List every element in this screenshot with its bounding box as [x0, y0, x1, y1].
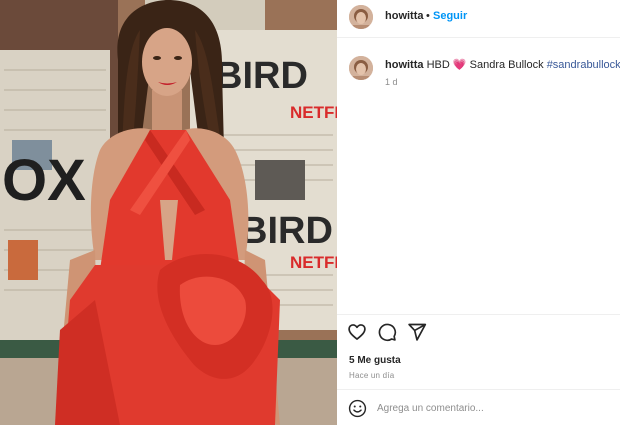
post-side-panel: howitta • Seguir howitta HBD 💗 Sandra Bu…	[337, 0, 620, 425]
backdrop-text-ox: OX	[2, 148, 86, 213]
post-header: howitta • Seguir	[337, 0, 620, 38]
like-button[interactable]	[347, 322, 369, 344]
collage-photo-2	[8, 240, 38, 280]
avatar-image	[349, 5, 373, 29]
pink-heart-emoji: 💗	[452, 59, 467, 71]
heart-outline-icon	[348, 324, 366, 340]
emoji-button[interactable]	[348, 399, 367, 418]
like-count[interactable]: 5 Me gusta	[349, 354, 401, 367]
header-separator: •	[426, 10, 430, 22]
paper-plane-icon	[408, 323, 427, 341]
divider	[337, 314, 620, 315]
caption-avatar[interactable]	[349, 56, 373, 80]
photo-illustration: BIRD NETFLIX OX BIRD NETFLIX	[0, 0, 337, 425]
comment-button[interactable]	[377, 322, 399, 344]
backdrop-text-bird-2: BIRD	[240, 210, 333, 252]
caption-hashtag[interactable]: #sandrabullock	[547, 59, 620, 71]
follow-button[interactable]: Seguir	[433, 9, 467, 23]
backdrop-text-netflix-2: NETFLIX	[290, 253, 337, 272]
caption-avatar-image	[349, 56, 373, 80]
collage-photo-3	[255, 160, 305, 200]
smiley-face-icon	[348, 399, 367, 418]
backdrop-text-netflix-1: NETFLIX	[290, 103, 337, 122]
caption-username[interactable]: howitta	[385, 59, 424, 71]
post-author-username[interactable]: howitta	[385, 9, 424, 23]
post-timestamp[interactable]: Hace un día	[349, 370, 394, 381]
caption-age: 1 d	[385, 77, 398, 87]
face	[142, 28, 192, 96]
comment-box	[337, 390, 620, 425]
caption-text-name: Sandra Bullock	[469, 59, 544, 71]
avatar[interactable]	[349, 5, 373, 29]
caption-text-hbd: HBD	[426, 59, 450, 71]
share-button[interactable]	[407, 322, 429, 344]
post-photo[interactable]: BIRD NETFLIX OX BIRD NETFLIX	[0, 0, 337, 425]
comment-bubble-icon	[378, 323, 397, 342]
backdrop-text-bird-1: BIRD	[215, 55, 308, 97]
post-caption: howitta HBD 💗 Sandra Bullock #sandrabull…	[337, 48, 620, 98]
comment-input[interactable]	[377, 398, 577, 418]
caption-line: howitta HBD 💗 Sandra Bullock #sandrabull…	[385, 58, 620, 72]
